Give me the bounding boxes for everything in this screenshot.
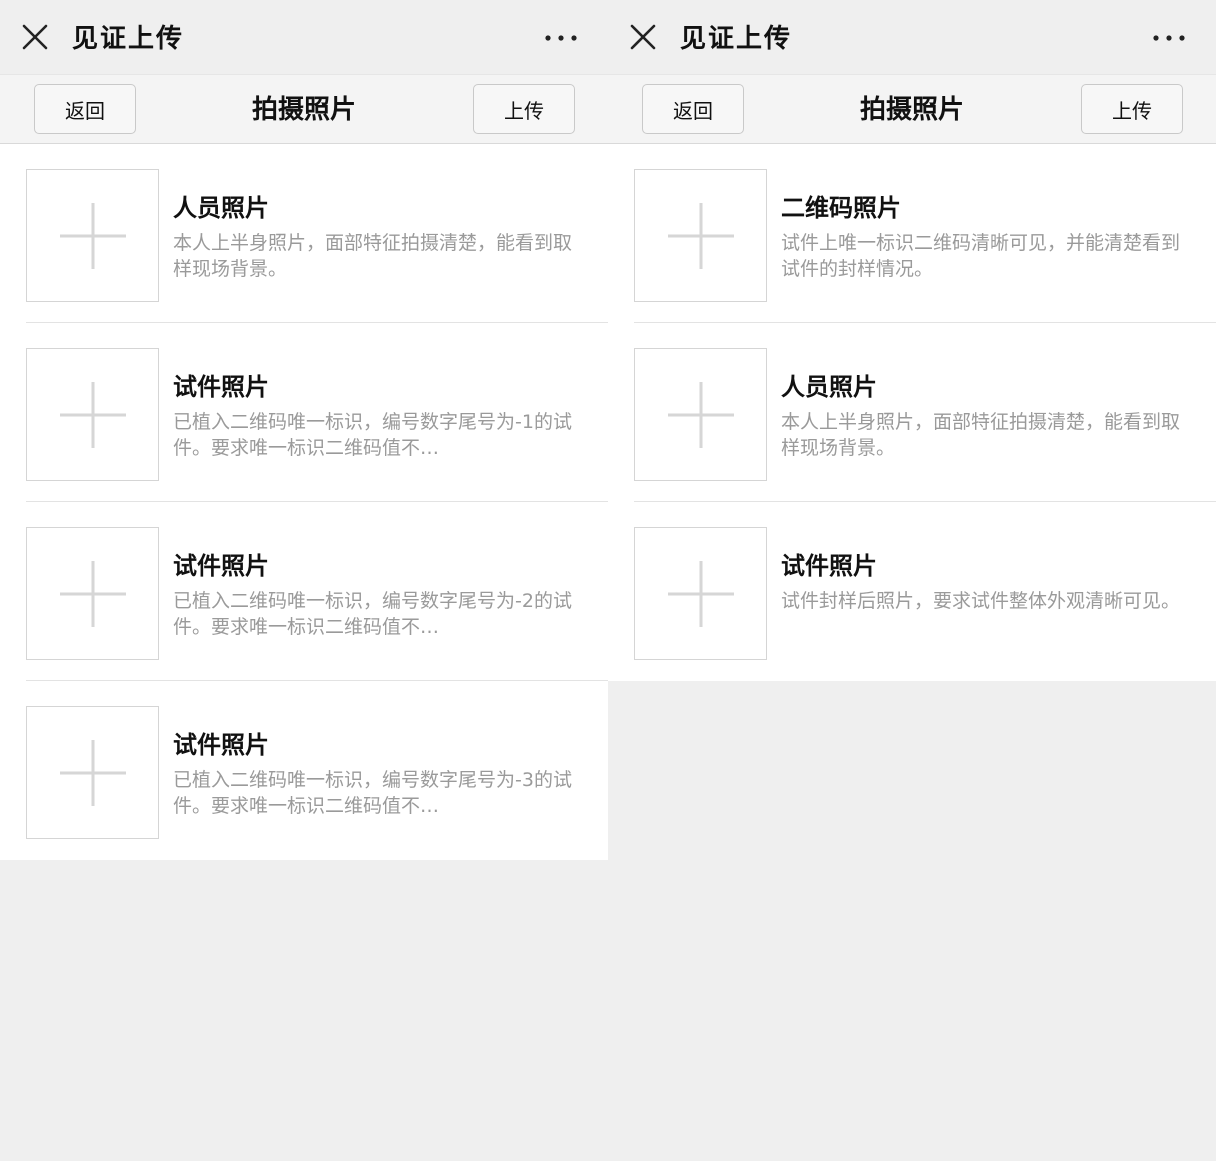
nav-bar: 返回 拍摄照片 上传 (608, 74, 1216, 144)
screens-container: 见证上传 返回 拍摄照片 上传 人员照片 本人上半身照片，面部特征拍摄清楚，能看… (0, 0, 1216, 1161)
upload-button[interactable]: 上传 (473, 84, 575, 134)
title-bar: 见证上传 (608, 0, 1216, 74)
photo-item[interactable]: 人员照片 本人上半身照片，面部特征拍摄清楚，能看到取样现场背景。 (0, 144, 608, 323)
app-title: 见证上传 (72, 24, 185, 54)
plus-icon (60, 203, 126, 269)
item-title: 试件照片 (173, 373, 269, 401)
add-photo-slot[interactable] (634, 527, 767, 660)
add-photo-slot[interactable] (634, 348, 767, 481)
item-title: 试件照片 (173, 552, 269, 580)
close-icon[interactable] (630, 24, 656, 50)
photo-list: 人员照片 本人上半身照片，面部特征拍摄清楚，能看到取样现场背景。 试件照片 已植… (0, 144, 608, 860)
item-description: 本人上半身照片，面部特征拍摄清楚，能看到取样现场背景。 (781, 411, 1181, 459)
photo-item[interactable]: 试件照片 已植入二维码唯一标识，编号数字尾号为-3的试件。要求唯一标识二维码值不… (0, 681, 608, 860)
upload-button[interactable]: 上传 (1081, 84, 1183, 134)
more-icon[interactable] (544, 34, 578, 42)
add-photo-slot[interactable] (26, 348, 159, 481)
photo-item[interactable]: 二维码照片 试件上唯一标识二维码清晰可见，并能清楚看到试件的封样情况。 (608, 144, 1216, 323)
title-bar: 见证上传 (0, 0, 608, 74)
add-photo-slot[interactable] (634, 169, 767, 302)
item-description: 试件上唯一标识二维码清晰可见，并能清楚看到试件的封样情况。 (781, 232, 1181, 280)
item-description: 试件封样后照片，要求试件整体外观清晰可见。 (781, 590, 1181, 612)
item-description: 已植入二维码唯一标识，编号数字尾号为-1的试件。要求唯一标识二维码值不… (173, 411, 572, 459)
photo-item[interactable]: 人员照片 本人上半身照片，面部特征拍摄清楚，能看到取样现场背景。 (608, 323, 1216, 502)
photo-list: 二维码照片 试件上唯一标识二维码清晰可见，并能清楚看到试件的封样情况。 人员照片… (608, 144, 1216, 681)
photo-item[interactable]: 试件照片 已植入二维码唯一标识，编号数字尾号为-1的试件。要求唯一标识二维码值不… (0, 323, 608, 502)
close-icon[interactable] (22, 24, 48, 50)
item-description: 已植入二维码唯一标识，编号数字尾号为-3的试件。要求唯一标识二维码值不… (173, 769, 572, 817)
photo-item[interactable]: 试件照片 试件封样后照片，要求试件整体外观清晰可见。 (608, 502, 1216, 681)
item-description: 本人上半身照片，面部特征拍摄清楚，能看到取样现场背景。 (173, 232, 573, 280)
more-icon[interactable] (1152, 34, 1186, 42)
plus-icon (668, 561, 734, 627)
plus-icon (60, 740, 126, 806)
plus-icon (668, 203, 734, 269)
item-description: 已植入二维码唯一标识，编号数字尾号为-2的试件。要求唯一标识二维码值不… (173, 590, 572, 638)
add-photo-slot[interactable] (26, 706, 159, 839)
item-title: 人员照片 (173, 194, 269, 222)
photo-item[interactable]: 试件照片 已植入二维码唯一标识，编号数字尾号为-2的试件。要求唯一标识二维码值不… (0, 502, 608, 681)
add-photo-slot[interactable] (26, 169, 159, 302)
screen-1: 见证上传 返回 拍摄照片 上传 人员照片 本人上半身照片，面部特征拍摄清楚，能看… (0, 0, 608, 1161)
item-title: 试件照片 (173, 731, 269, 759)
plus-icon (60, 382, 126, 448)
plus-icon (60, 561, 126, 627)
add-photo-slot[interactable] (26, 527, 159, 660)
app-title: 见证上传 (680, 24, 793, 54)
screen-2: 见证上传 返回 拍摄照片 上传 二维码照片 试件上唯一标识二维码清晰可见，并能清… (608, 0, 1216, 1161)
item-title: 试件照片 (781, 552, 877, 580)
plus-icon (668, 382, 734, 448)
nav-bar: 返回 拍摄照片 上传 (0, 74, 608, 144)
item-title: 人员照片 (781, 373, 877, 401)
item-title: 二维码照片 (781, 194, 901, 222)
